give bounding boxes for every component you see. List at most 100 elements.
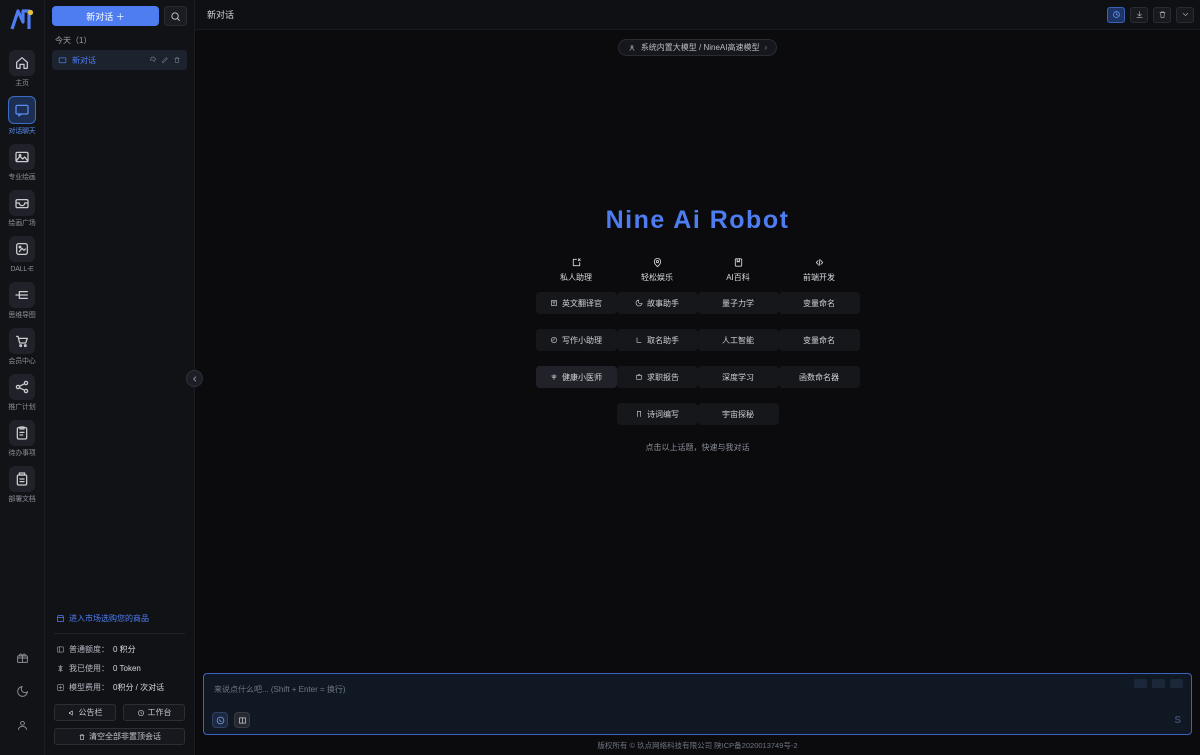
sidebar-item-6[interactable]: 会员中心 (2, 326, 42, 367)
panel-toggle-button[interactable] (234, 712, 250, 728)
model-selector-label: 系统内置大模型 / NineAI高速模型 (640, 43, 760, 52)
topic-chip[interactable]: 健康小医师 (535, 366, 617, 388)
stat-row-1: 我已使用： 0 Token (56, 663, 183, 674)
sidebar-item-9[interactable]: 部署文档 (2, 464, 42, 505)
clear-all-button[interactable]: 清空全部非置顶会话 (54, 728, 185, 745)
topic-chip[interactable]: 诗词编写 (616, 403, 698, 425)
sidebar-item-3[interactable]: 绘画广场 (2, 188, 42, 229)
location-icon (652, 257, 663, 268)
category-0: 私人助理 (560, 257, 592, 292)
sidebar-collapse-handle[interactable] (186, 370, 203, 387)
new-chat-button[interactable]: 新对话 ＋ (52, 6, 159, 26)
sidebar-button-pair: 公告栏 工作台 (54, 704, 185, 721)
composer-tool-ghost-3[interactable] (1170, 679, 1183, 688)
category-3: 前端开发 (803, 257, 835, 292)
mindmap-icon (9, 282, 35, 308)
workbench-button[interactable]: 工作台 (123, 704, 185, 721)
sidebar-item-label: DALL-E (10, 266, 34, 273)
topic-chip-label: 宇宙探秘 (722, 409, 754, 419)
category-label: AI百科 (726, 273, 750, 282)
market-link-label: 进入市场选购您的商品 (69, 614, 149, 623)
topic-chip-label: 诗词编写 (647, 409, 679, 419)
app-logo[interactable] (0, 0, 45, 40)
topic-chip[interactable]: 量子力学 (697, 292, 779, 314)
stat-value: 0 积分 (113, 645, 136, 654)
sidebar-item-2[interactable]: 专业绘画 (2, 142, 42, 183)
sidebar-item-label: 待办事项 (8, 450, 36, 457)
composer-tool-ghost-1[interactable] (1134, 679, 1147, 688)
topic-chip-label: 变量命名 (803, 335, 835, 345)
gift-icon[interactable] (16, 651, 29, 669)
sidebar-item-0[interactable]: 主页 (2, 48, 42, 89)
topic-chip[interactable]: 变量命名 (778, 292, 860, 314)
header-actions (1107, 6, 1194, 23)
model-icon (629, 44, 635, 51)
conversation-title: 新对话 (72, 55, 96, 65)
topic-chip[interactable]: 人工智能 (697, 329, 779, 351)
chevron-down-icon (1181, 10, 1190, 19)
book-icon (733, 257, 744, 268)
sidebar-item-label: 主页 (15, 80, 29, 87)
hero-title: Nine Ai Robot (605, 206, 790, 234)
workbench-button-label: 工作台 (147, 708, 172, 717)
stat-row-0: 普通额度： 0 积分 (56, 644, 183, 655)
search-button[interactable] (164, 6, 187, 26)
topic-chip[interactable]: 变量命名 (778, 329, 860, 351)
topic-chip[interactable]: 取名助手 (616, 329, 698, 351)
rail-nav: 主页对话聊天专业绘画绘画广场 DALL-E 思维导图会员中心推广计划待办事项部署文档 (2, 48, 42, 505)
hero-hint: 点击以上话题，快速与我对话 (645, 443, 750, 452)
sidebar-item-5[interactable]: 思维导图 (2, 280, 42, 321)
chevron-down-button[interactable] (1176, 6, 1194, 23)
voice-button[interactable] (212, 712, 228, 728)
edit-icon[interactable] (161, 56, 169, 64)
sidebar-item-4[interactable]: DALL-E (2, 234, 42, 275)
market-link[interactable]: 进入市场选购您的商品 (54, 607, 185, 634)
pin-icon[interactable] (149, 56, 157, 64)
moon-small-icon (635, 299, 643, 307)
send-button[interactable]: S (1174, 715, 1181, 726)
topic-chip[interactable]: 故事助手 (616, 292, 698, 314)
history-button[interactable] (1107, 6, 1125, 23)
chat-bubble-icon (58, 56, 67, 65)
sidebar-item-7[interactable]: 推广计划 (2, 372, 42, 413)
list-item[interactable]: 新对话 (52, 50, 187, 70)
sidebar-item-label: 专业绘画 (8, 174, 36, 181)
stat-label: 模型费用： (69, 683, 109, 692)
moon-icon[interactable] (16, 685, 29, 703)
trash-button[interactable] (1153, 6, 1171, 23)
assistant-icon (571, 257, 582, 268)
user-icon[interactable] (16, 719, 29, 737)
composer-tool-ghost-2[interactable] (1152, 679, 1165, 688)
main-header: 新对话 (195, 0, 1200, 30)
delete-icon[interactable] (173, 56, 181, 64)
pen-icon (550, 336, 558, 344)
sidebar-item-1[interactable]: 对话聊天 (2, 94, 42, 137)
topic-chip[interactable]: 宇宙探秘 (697, 403, 779, 425)
notice-button-label: 公告栏 (78, 708, 103, 717)
code-icon (814, 257, 825, 268)
topic-chip[interactable]: 函数命名器 (778, 366, 860, 388)
topic-chip[interactable]: 写作小助理 (535, 329, 617, 351)
download-button[interactable] (1130, 6, 1148, 23)
model-selector[interactable]: 系统内置大模型 / NineAI高速模型 › (617, 39, 778, 56)
image-icon (9, 144, 35, 170)
topic-chip[interactable]: 深度学习 (697, 366, 779, 388)
clear-all-label: 清空全部非置顶会话 (89, 732, 161, 741)
credit-icon (56, 645, 65, 654)
topic-chip[interactable]: 英文翻译官 (535, 292, 617, 314)
sidebar-item-8[interactable]: 待办事项 (2, 418, 42, 459)
stat-value: 0 Token (113, 664, 141, 673)
notice-button[interactable]: 公告栏 (54, 704, 116, 721)
topic-chip-label: 量子力学 (722, 298, 754, 308)
sidebar-item-label: 部署文档 (8, 496, 36, 503)
category-1: 轻松娱乐 (641, 257, 673, 292)
message-composer[interactable]: 来说点什么吧... (Shift + Enter = 换行) S (203, 673, 1192, 735)
topic-chip[interactable]: 求职报告 (616, 366, 698, 388)
category-2: AI百科 (726, 257, 750, 292)
model-bar: 系统内置大模型 / NineAI高速模型 › (195, 30, 1200, 56)
welcome-hero: Nine Ai Robot 私人助理 轻松娱乐 AI百科 前端开发 英文翻译官 故事助手… (195, 56, 1200, 673)
conversation-group-label: 今天（1） (55, 36, 92, 45)
topic-chip-label: 写作小助理 (562, 335, 602, 345)
composer-tools (212, 712, 250, 728)
chevron-left-icon (192, 375, 196, 382)
